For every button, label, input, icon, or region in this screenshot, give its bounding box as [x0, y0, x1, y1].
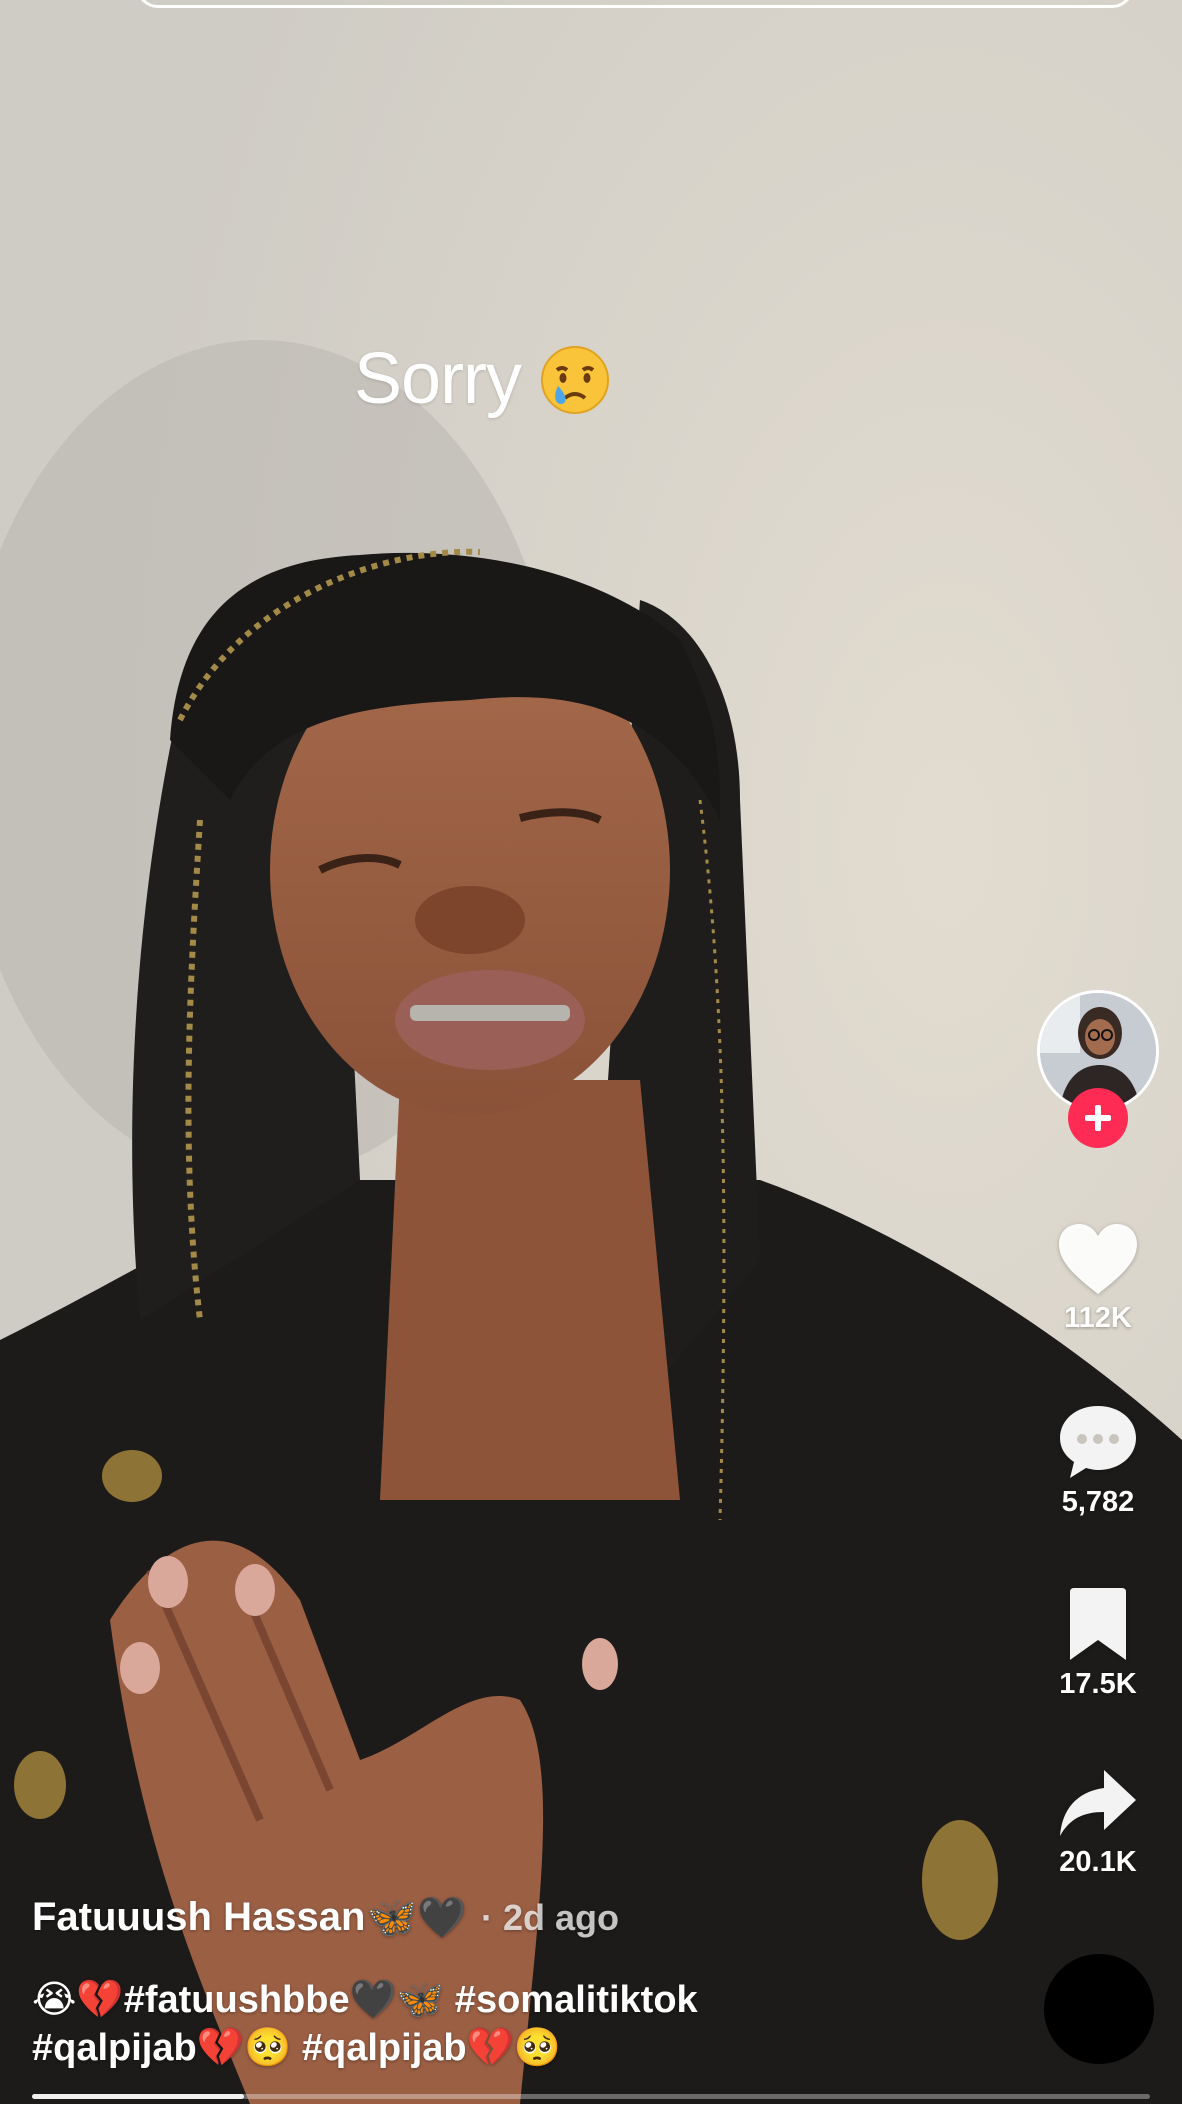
like-count: 112K	[1064, 1302, 1132, 1334]
tiktok-video-screen: Sorry 112K 5,782 17.5K 20.1K Fatuuush Ha…	[0, 0, 1182, 2104]
save-action[interactable]: 17.5K	[1030, 1584, 1166, 1701]
playback-progress-fill	[32, 2094, 245, 2099]
author-name-emoji: 🦋🖤	[367, 1896, 468, 1940]
bookmark-icon[interactable]	[1066, 1584, 1130, 1664]
video-overlay-text: Sorry	[354, 339, 522, 419]
search-bar[interactable]	[136, 0, 1134, 8]
comment-action[interactable]: 5,782	[1030, 1402, 1166, 1519]
plus-icon	[1085, 1105, 1111, 1131]
follow-button[interactable]	[1068, 1088, 1128, 1148]
description-line: 😭💔#fatuushbbe🖤🦋 #somalitiktok	[32, 1979, 698, 2021]
author-name[interactable]: Fatuuush Hassan	[32, 1895, 365, 1940]
share-icon[interactable]	[1058, 1766, 1138, 1842]
share-count: 20.1K	[1059, 1846, 1137, 1878]
playback-progress-bar[interactable]	[32, 2094, 1150, 2099]
comment-icon[interactable]	[1056, 1402, 1140, 1482]
save-count: 17.5K	[1059, 1668, 1137, 1700]
crying-face-icon	[541, 346, 610, 414]
music-disc-icon[interactable]	[1044, 1954, 1154, 2064]
video-frame[interactable]	[0, 0, 1182, 2104]
heart-icon[interactable]	[1055, 1220, 1141, 1298]
post-time: · 2d ago	[481, 1896, 620, 1938]
share-action[interactable]: 20.1K	[1030, 1766, 1166, 1879]
video-description[interactable]: 😭💔#fatuushbbe🖤🦋 #somalitiktok #qalpijab💔…	[32, 1976, 932, 2072]
description-line: #qalpijab💔🥺 #qalpijab💔🥺	[32, 2027, 562, 2069]
comment-count: 5,782	[1061, 1486, 1135, 1518]
like-action[interactable]: 112K	[1030, 1220, 1166, 1335]
author-row: Fatuuush Hassan 🦋🖤 · 2d ago	[32, 1894, 619, 1941]
